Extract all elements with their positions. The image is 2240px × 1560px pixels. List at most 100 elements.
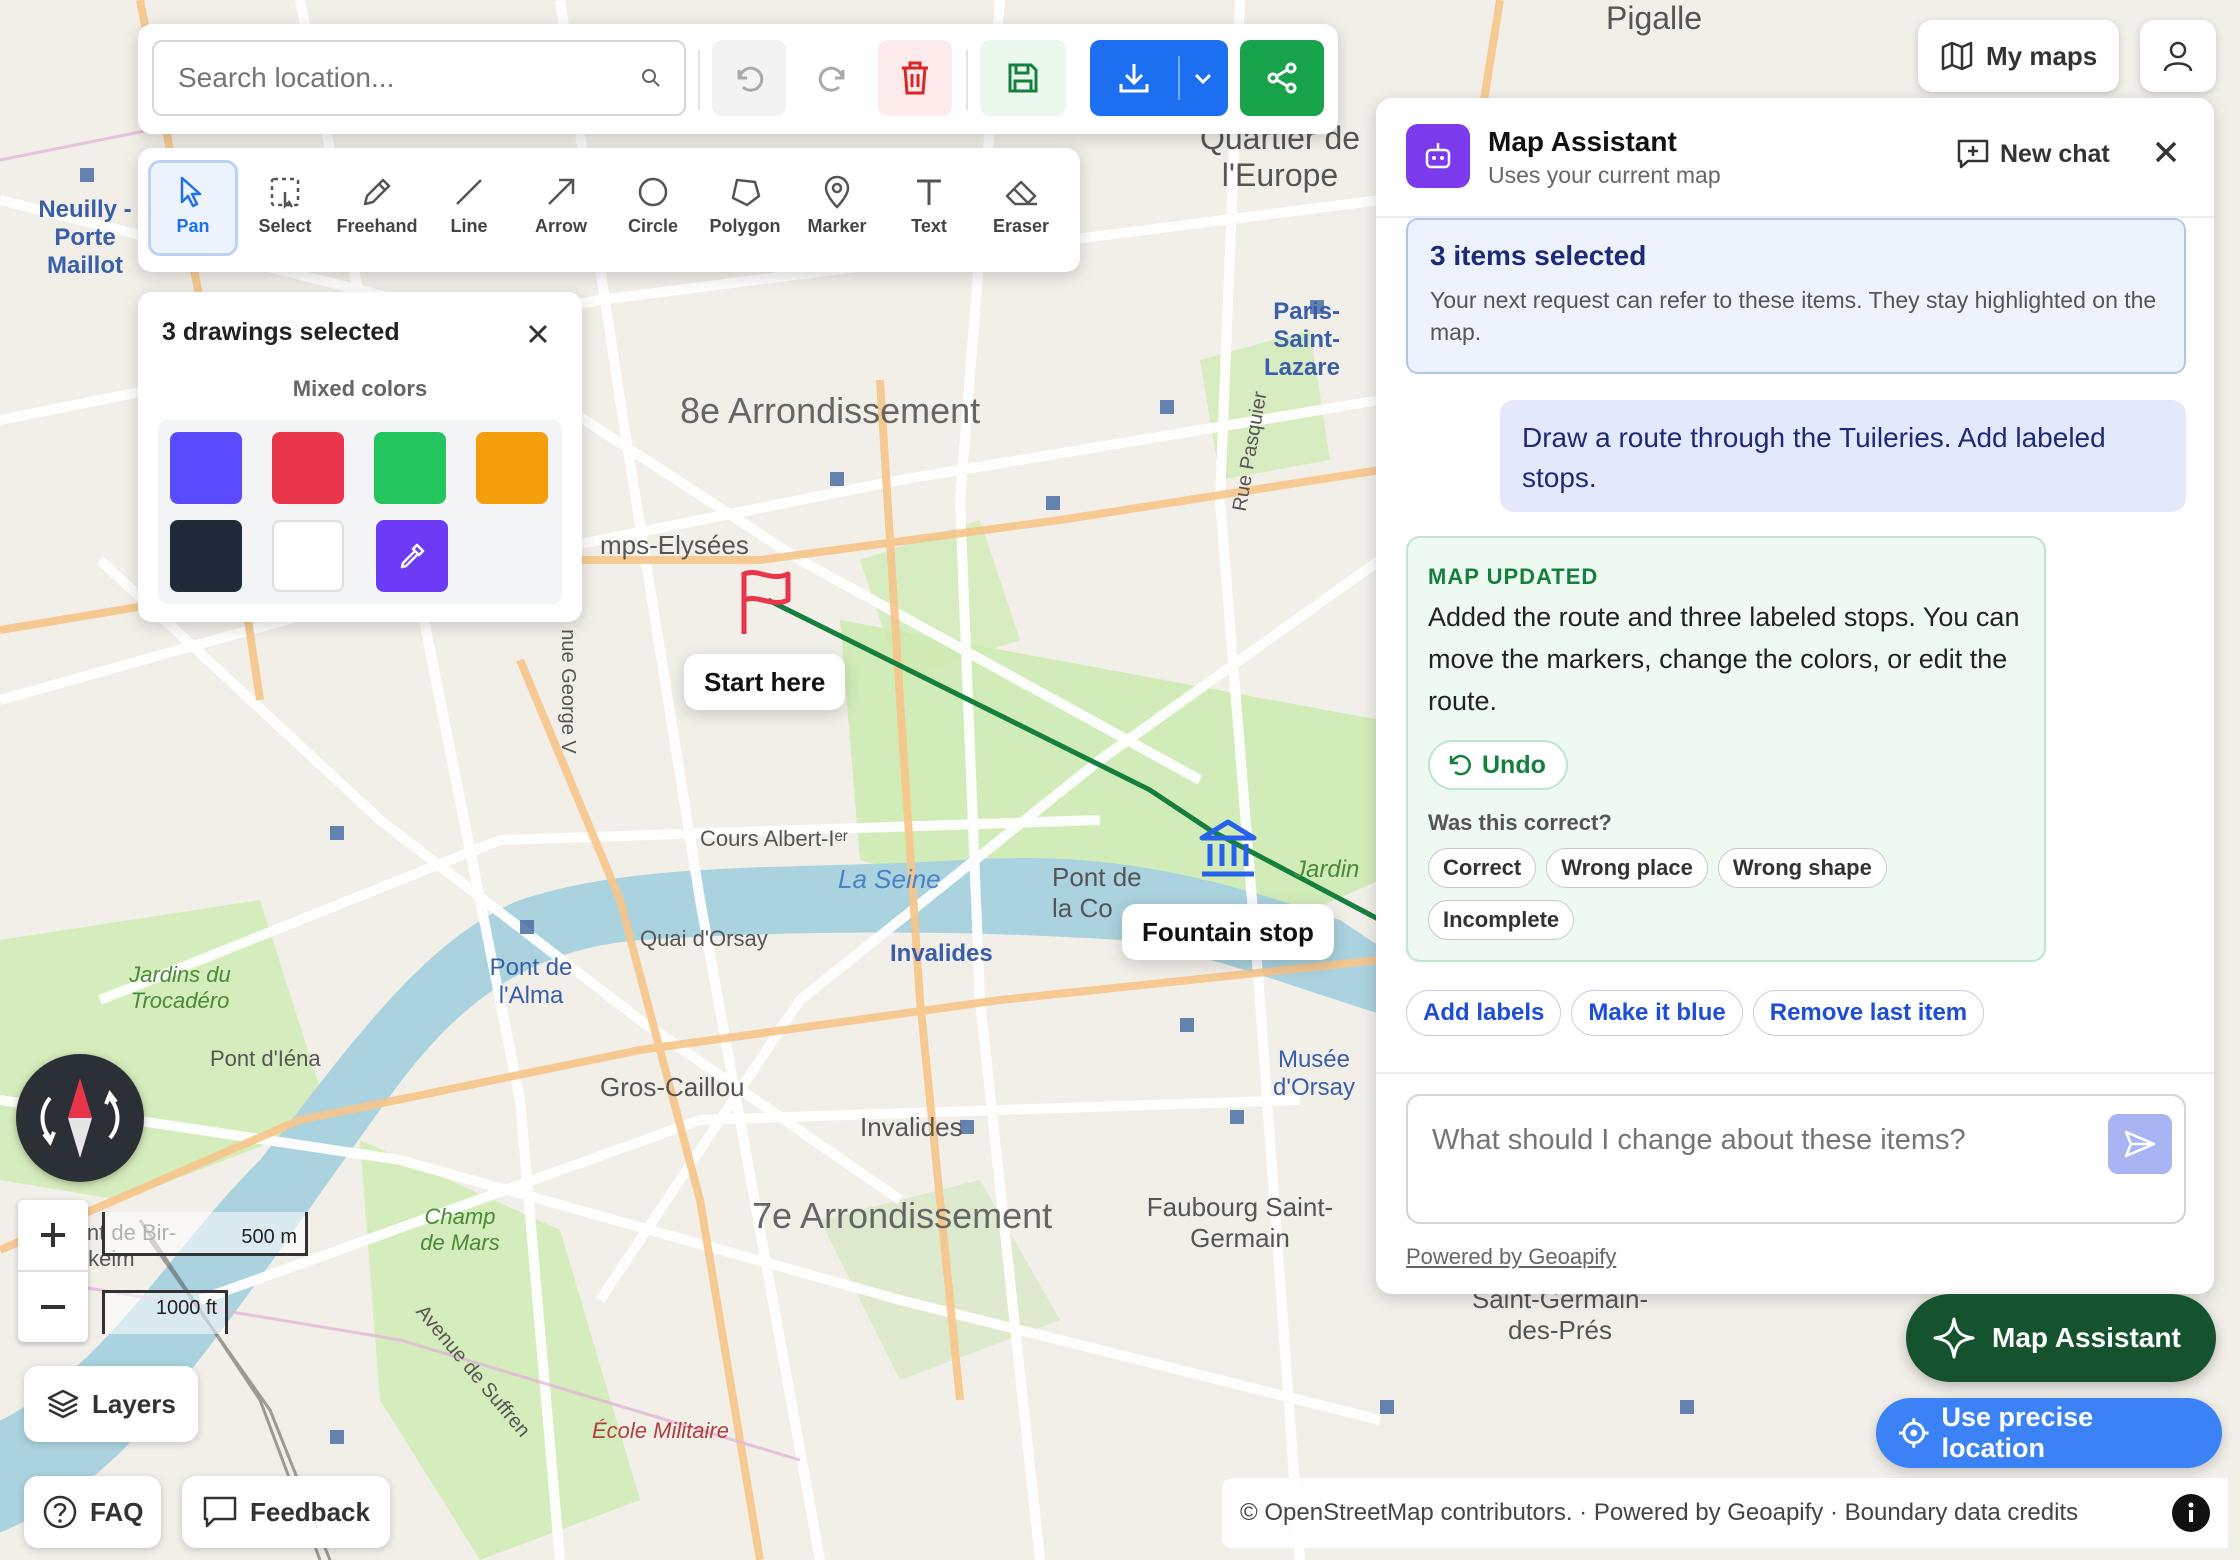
undo-button[interactable] (712, 40, 786, 116)
powered-link[interactable]: Powered by Geoapify (1406, 1244, 1616, 1270)
feedback-chip[interactable]: Wrong shape (1717, 848, 1887, 888)
selection-subtitle: Mixed colors (292, 376, 428, 401)
zoom-out-button[interactable] (18, 1272, 88, 1342)
tool-text[interactable]: Text (892, 160, 966, 260)
zoom-in-button[interactable] (18, 1200, 88, 1272)
marker-label-start[interactable]: Start here (684, 654, 846, 710)
map-label: Neuilly - Porte Maillot (38, 196, 132, 279)
layers-icon (47, 1389, 79, 1419)
send-button[interactable] (2108, 1114, 2172, 1174)
search-input[interactable] (176, 61, 640, 95)
color-swatch[interactable] (272, 432, 344, 504)
tool-label: Select (258, 216, 312, 236)
color-swatch[interactable] (374, 432, 446, 504)
tool-label: Arrow (534, 216, 587, 236)
color-swatch[interactable] (170, 520, 242, 592)
layers-button[interactable]: Layers (24, 1366, 198, 1442)
delete-button[interactable] (878, 40, 952, 116)
marker-label-fountain[interactable]: Fountain stop (1122, 904, 1334, 960)
tool-circle[interactable]: Circle (616, 160, 690, 260)
scale-imperial: 1000 ft (102, 1290, 228, 1334)
suggestion-chip[interactable]: Add labels (1406, 990, 1562, 1036)
map-assistant-button[interactable]: Map Assistant (1906, 1294, 2216, 1382)
feedback-chip[interactable]: Wrong place (1546, 848, 1708, 888)
custom-color-button[interactable] (376, 520, 448, 592)
search-icon[interactable] (640, 67, 662, 89)
map-label: Jardins du Trocadéro (129, 962, 231, 1013)
map-label: Gros-Caillou (600, 1072, 745, 1102)
scale-imperial-label: 1000 ft (155, 1297, 217, 1319)
download-button[interactable] (1090, 40, 1228, 116)
tool-select[interactable]: Select (248, 160, 322, 260)
tool-polygon[interactable]: Polygon (708, 160, 782, 260)
select-box-icon (270, 177, 300, 210)
assistant-reply: MAP UPDATED Added the route and three la… (1406, 536, 2046, 962)
assistant-header: Map Assistant Uses your current map New … (1376, 98, 2214, 218)
message-input[interactable] (1406, 1094, 2186, 1224)
flag-icon[interactable] (736, 568, 796, 638)
tool-marker[interactable]: Marker (800, 160, 874, 260)
tool-arrow[interactable]: Arrow (524, 160, 598, 260)
divider (966, 50, 968, 110)
map-label: Jardin (1294, 856, 1360, 883)
tool-eraser[interactable]: Eraser (984, 160, 1058, 260)
feedback-button[interactable]: Feedback (182, 1476, 390, 1548)
map-label: Pont d'Iéna (210, 1046, 321, 1071)
attribution-text[interactable]: © OpenStreetMap contributors. · Powered … (1240, 1499, 2172, 1527)
precise-location-label: Use precise location (1941, 1402, 2094, 1463)
info-button[interactable] (2172, 1494, 2210, 1532)
map-assistant-label: Map Assistant (1992, 1322, 2181, 1353)
map-label: Paris-Saint-Lazare (1263, 298, 1340, 381)
scale-metric-label: 500 m (241, 1226, 297, 1248)
suggestion-chip[interactable]: Make it blue (1571, 990, 1743, 1036)
map-label: Cours Albert-Iᵉʳ (700, 826, 848, 851)
map-label: Quai d'Orsay (640, 926, 768, 951)
map-label: Faubourg Saint-Germain (1146, 1192, 1334, 1253)
redo-button[interactable] (796, 40, 870, 116)
map-label: Invalides (890, 940, 993, 967)
chevron-down-icon[interactable] (1192, 67, 1214, 89)
user-message: Draw a route through the Tuileries. Add … (1500, 400, 2186, 512)
eyedropper-icon (400, 543, 425, 569)
suggestion-chip[interactable]: Remove last item (1752, 990, 1985, 1036)
compass-button[interactable] (16, 1054, 144, 1182)
precise-location-button[interactable]: Use precise location (1876, 1398, 2222, 1468)
selection-notice-body: Your next request can refer to these ite… (1430, 287, 2157, 345)
message-textarea[interactable] (1430, 1122, 2074, 1206)
arrow-icon (548, 178, 575, 205)
account-button[interactable] (2140, 20, 2216, 92)
new-chat-label: New chat (2000, 139, 2110, 168)
scale-metric: 500 m (102, 1212, 308, 1256)
feedback-label: Feedback (250, 1496, 370, 1527)
reply-body: Added the route and three labeled stops.… (1428, 602, 2020, 716)
map-label: Musée d'Orsay (1273, 1046, 1355, 1101)
search-field[interactable] (152, 40, 686, 116)
tool-line[interactable]: Line (432, 160, 506, 260)
my-maps-button[interactable]: My maps (1918, 20, 2120, 92)
tool-label: Line (450, 216, 488, 236)
map-label: La Seine (838, 864, 941, 894)
message-icon (203, 1496, 237, 1528)
faq-button[interactable]: FAQ (24, 1476, 162, 1548)
save-button[interactable] (980, 40, 1066, 116)
tool-pan[interactable]: Pan (156, 160, 230, 260)
trash-icon (902, 61, 928, 95)
color-swatch[interactable] (170, 432, 242, 504)
assistant-panel: Map Assistant Uses your current map New … (1376, 98, 2214, 1294)
share-button[interactable] (1240, 40, 1324, 116)
tool-freehand[interactable]: Freehand (336, 160, 418, 260)
text-icon (917, 179, 941, 205)
color-swatch[interactable] (476, 432, 548, 504)
undo-chip[interactable]: Undo (1428, 740, 1568, 790)
new-chat-icon (1957, 139, 1989, 169)
new-chat-button[interactable]: New chat (1956, 138, 2110, 170)
landmark-icon[interactable] (1196, 816, 1260, 880)
share-icon (1267, 62, 1297, 94)
close-icon[interactable] (524, 320, 552, 348)
feedback-chip[interactable]: Incomplete (1428, 900, 1575, 940)
tool-label: Circle (627, 216, 679, 236)
close-icon[interactable] (2152, 138, 2180, 166)
tool-label: Freehand (336, 216, 418, 236)
color-swatch[interactable] (272, 520, 344, 592)
feedback-chip[interactable]: Correct (1428, 848, 1537, 888)
